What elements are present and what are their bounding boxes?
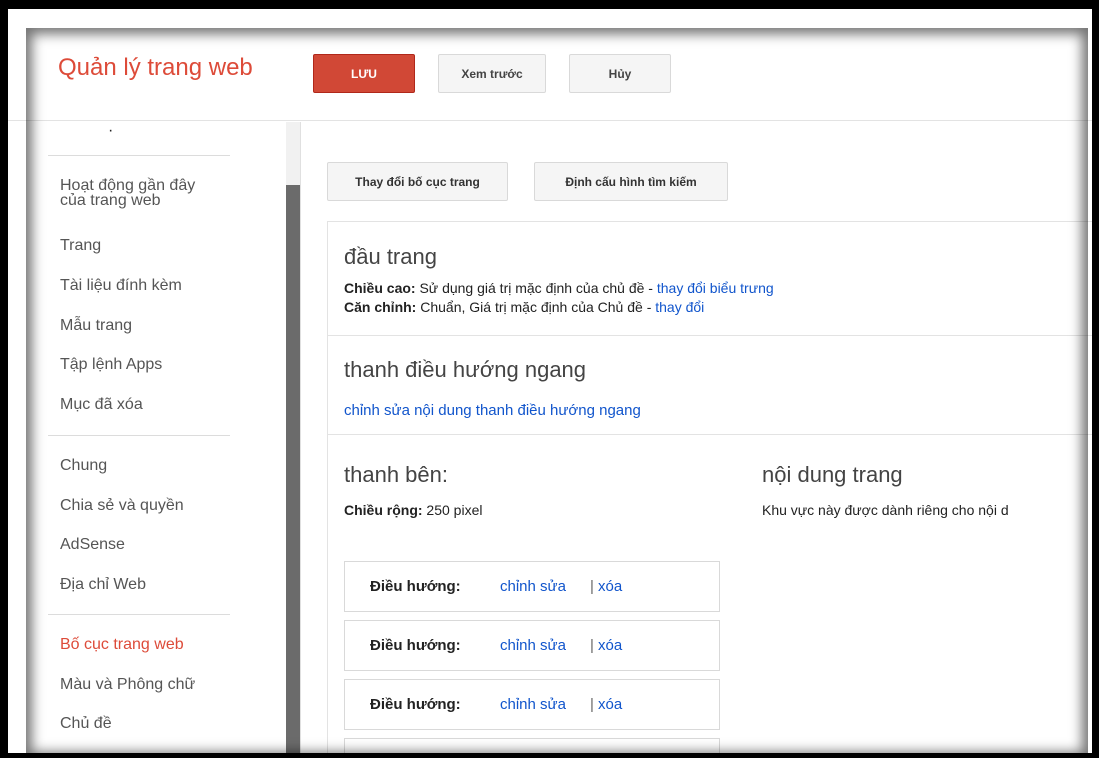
sidebar-widget: Văn bản:chỉnh sửa|xóa: [344, 738, 720, 753]
app-title: Quản lý trang web: [58, 54, 253, 81]
sidebar-item-pages[interactable]: Trang: [60, 238, 101, 254]
sidebar-item-themes[interactable]: Chủ đề: [60, 716, 112, 732]
app-window: Quản lý trang web LƯU Xem trước Hủy · Ho…: [8, 9, 1092, 753]
align-label: Căn chỉnh:: [344, 299, 417, 315]
width-label: Chiều rộng:: [344, 502, 423, 518]
widget-name: Điều hướng:: [370, 637, 461, 654]
height-value: Sử dụng giá trị mặc định của chủ đề -: [415, 280, 657, 296]
header-height-line: Chiều cao: Sử dụng giá trị mặc định của …: [344, 280, 774, 296]
sidebar-item-apps-scripts[interactable]: Tập lệnh Apps: [60, 357, 162, 373]
widget-separator: |: [590, 637, 594, 654]
sidebar-divider: [48, 435, 230, 436]
sidebar-widget: Điều hướng: chỉnh sửa | xóa: [344, 679, 720, 730]
header-align-line: Căn chỉnh: Chuẩn, Giá trị mặc định của C…: [344, 299, 704, 315]
widget-name: Điều hướng:: [370, 578, 461, 595]
preview-button[interactable]: Xem trước: [438, 54, 546, 93]
change-logo-link[interactable]: thay đổi biểu trưng: [657, 280, 774, 296]
main-content: Thay đổi bố cục trang Định cấu hình tìm …: [300, 122, 1092, 753]
widget-separator: |: [590, 578, 594, 595]
edit-nav-link[interactable]: chỉnh sửa nội dung thanh điều hướng ngan…: [344, 402, 641, 419]
align-value: Chuẩn, Giá trị mặc định của Chủ đề -: [416, 299, 656, 315]
content-section-description: Khu vực này được dành riêng cho nội d: [762, 502, 1009, 518]
sidebar-item-page-templates[interactable]: Mẫu trang: [60, 318, 132, 334]
sidebar-top-fragment: ·: [108, 122, 114, 139]
widget-edit-link[interactable]: chỉnh sửa: [500, 637, 566, 654]
sidebar-item-deleted-items[interactable]: Mục đã xóa: [60, 397, 143, 413]
sidebar-item-sharing[interactable]: Chia sẻ và quyền: [60, 498, 184, 514]
save-button[interactable]: LƯU: [313, 54, 415, 93]
widget-separator: |: [590, 696, 594, 713]
layout-panel: đầu trang Chiều cao: Sử dụng giá trị mặc…: [327, 221, 1092, 753]
nav-section-title: thanh điều hướng ngang: [344, 357, 587, 382]
sidebar-item-label: của trang web: [60, 192, 161, 209]
sidebar-width-line: Chiều rộng: 250 pixel: [344, 502, 482, 518]
change-layout-button[interactable]: Thay đổi bố cục trang: [327, 162, 508, 201]
header-section-title: đầu trang: [344, 244, 437, 269]
widget-delete-link[interactable]: xóa: [598, 696, 622, 713]
sidebar-item-general[interactable]: Chung: [60, 458, 107, 474]
sidebar-item-adsense[interactable]: AdSense: [60, 537, 125, 553]
sidebar-widget: Điều hướng: chỉnh sửa | xóa: [344, 620, 720, 671]
sidebar-widget: Điều hướng: chỉnh sửa | xóa: [344, 561, 720, 612]
sidebar-item-colors-fonts[interactable]: Màu và Phông chữ: [60, 677, 195, 693]
widget-edit-link[interactable]: chỉnh sửa: [500, 696, 566, 713]
sidebar-section-title: thanh bên:: [344, 462, 448, 487]
top-header: Quản lý trang web LƯU Xem trước Hủy: [8, 9, 1092, 121]
section-divider: [328, 434, 1092, 435]
change-align-link[interactable]: thay đổi: [655, 299, 704, 315]
sidebar-divider: [48, 155, 230, 156]
sidebar-item-web-address[interactable]: Địa chỉ Web: [60, 577, 146, 593]
sidebar-item-site-layout[interactable]: Bố cục trang web: [60, 637, 184, 653]
content-section-title: nội dung trang: [762, 462, 903, 487]
widget-delete-link[interactable]: xóa: [598, 578, 622, 595]
height-label: Chiều cao:: [344, 280, 416, 296]
sidebar-item-recent-activity[interactable]: Hoạt động gần đây của trang web: [60, 178, 195, 209]
widget-edit-link[interactable]: chỉnh sửa: [500, 578, 566, 595]
sidebar-item-attachments[interactable]: Tài liệu đính kèm: [60, 278, 182, 294]
widget-delete-link[interactable]: xóa: [598, 637, 622, 654]
sidebar-divider: [48, 614, 230, 615]
configure-search-button[interactable]: Định cấu hình tìm kiếm: [534, 162, 728, 201]
cancel-button[interactable]: Hủy: [569, 54, 671, 93]
section-divider: [328, 335, 1092, 336]
sidebar-scrollbar-thumb[interactable]: [286, 185, 300, 753]
width-value: 250 pixel: [422, 502, 483, 518]
widget-name: Điều hướng:: [370, 696, 461, 713]
sidebar: · Hoạt động gần đây của trang web Trang …: [8, 122, 286, 753]
